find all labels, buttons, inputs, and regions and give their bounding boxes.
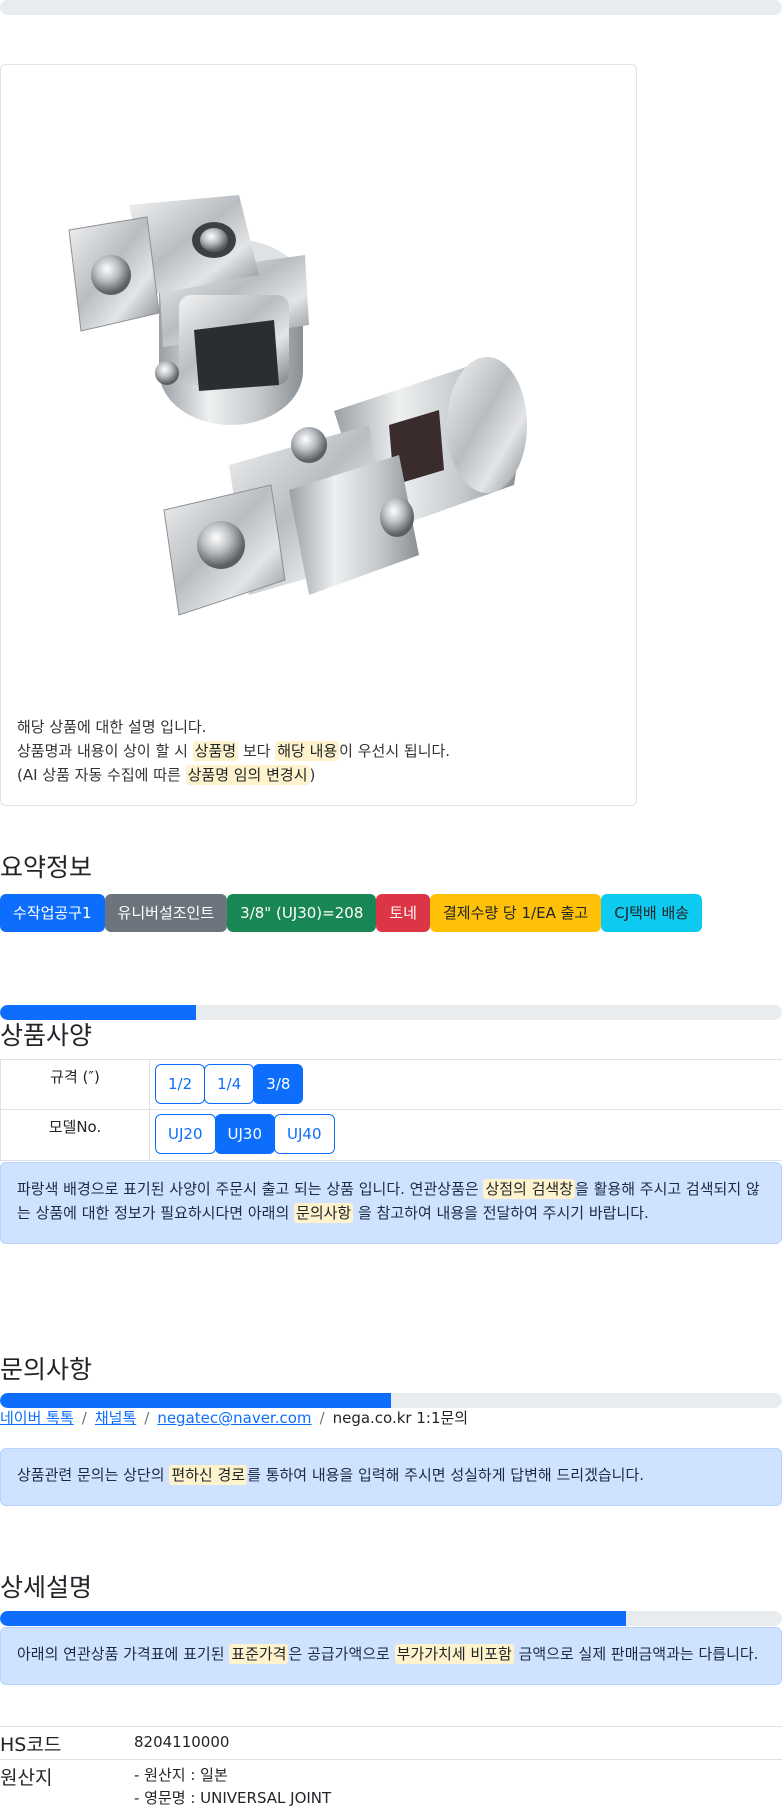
inquiry-title: 문의사항 [0, 1355, 93, 1384]
spec-label-size: 규격 (″) [0, 1060, 150, 1109]
hs-code-label: HS코드 [0, 1734, 62, 1756]
origin-country: - 원산지 : 일본 [134, 1766, 228, 1784]
inquiry-notice: 상품관련 문의는 상단의 편하신 경로 를 통하여 내용을 입력해 주시면 성실하… [0, 1448, 782, 1506]
spec-notice: 파랑색 배경으로 표기된 사양이 주문시 출고 되는 상품 입니다. 연관상품은… [0, 1162, 782, 1244]
product-card: 해당 상품에 대한 설명 입니다. 상품명과 내용이 상이 할 시 상품명 보다… [0, 64, 637, 806]
spec-row-size: 규격 (″) 1/2 1/4 3/8 [0, 1059, 782, 1110]
origin-row: 원산지 - 원산지 : 일본 - 영문명 : UNIVERSAL JOINT [0, 1759, 782, 1808]
spec-options-size: 1/2 1/4 3/8 [155, 1064, 304, 1104]
inquiry-progress-bar [0, 1393, 782, 1408]
badge-size-model: 3/8" (UJ30)=208 [227, 894, 377, 932]
origin-label: 원산지 [0, 1767, 53, 1789]
spec-label-model: 모델No. [0, 1110, 150, 1160]
detail-title: 상세설명 [0, 1573, 93, 1602]
option-model-uj30[interactable]: UJ30 [214, 1114, 275, 1154]
option-size-1-4[interactable]: 1/4 [204, 1064, 255, 1104]
badge-shipping: CJ택배 배송 [601, 894, 703, 932]
option-size-3-8[interactable]: 3/8 [253, 1064, 304, 1104]
product-description: 해당 상품에 대한 설명 입니다. 상품명과 내용이 상이 할 시 상품명 보다… [17, 715, 450, 787]
detail-progress-bar [0, 1611, 782, 1626]
channel-talk-link[interactable]: 채널톡 [95, 1409, 136, 1427]
option-size-1-2[interactable]: 1/2 [155, 1064, 206, 1104]
spec-title: 상품사양 [0, 1021, 93, 1050]
inquiry-links: 네이버 톡톡 / 채널톡 / negatec@naver.com / nega.co.kr … [0, 1409, 469, 1427]
summary-title: 요약정보 [0, 853, 93, 882]
hs-code-row: HS코드 8204110000 [0, 1726, 782, 1759]
option-model-uj20[interactable]: UJ20 [155, 1114, 216, 1154]
spec-row-model: 모델No. UJ20 UJ30 UJ40 [0, 1110, 782, 1161]
desc-line-3: (AI 상품 자동 수집에 따른 상품명 임의 변경시) [17, 765, 316, 785]
product-image [68, 195, 527, 616]
spec-progress-bar [0, 1005, 782, 1020]
hs-code-value: 8204110000 [134, 1733, 230, 1751]
desc-line-2: 상품명과 내용이 상이 할 시 상품명 보다 해당 내용 이 우선시 됩니다. [17, 741, 451, 761]
badge-brand: 토네 [376, 894, 430, 932]
detail-notice: 아래의 연관상품 가격표에 표기된 표준가격 은 공급가액으로 부가가치세 비포함… [0, 1627, 782, 1685]
origin-value: - 원산지 : 일본 - 영문명 : UNIVERSAL JOINT [134, 1764, 331, 1810]
badge-category: 수작업공구1 [0, 894, 105, 932]
option-model-uj40[interactable]: UJ40 [274, 1114, 335, 1154]
desc-line-1: 해당 상품에 대한 설명 입니다. [17, 718, 207, 736]
badge-quantity: 결제수량 당 1/EA 출고 [429, 894, 602, 932]
email-link[interactable]: negatec@naver.com [157, 1409, 311, 1427]
top-progress-bar [0, 0, 782, 15]
summary-badges: 수작업공구1 유니버설조인트 3/8" (UJ30)=208 토네 결제수량 당… [0, 894, 703, 932]
naver-talk-link[interactable]: 네이버 톡톡 [0, 1409, 74, 1427]
origin-english-name: - 영문명 : UNIVERSAL JOINT [134, 1789, 332, 1807]
spec-options-model: UJ20 UJ30 UJ40 [155, 1114, 335, 1154]
badge-type: 유니버설조인트 [104, 894, 228, 932]
site-inquiry-text: nega.co.kr 1:1문의 [332, 1409, 469, 1427]
